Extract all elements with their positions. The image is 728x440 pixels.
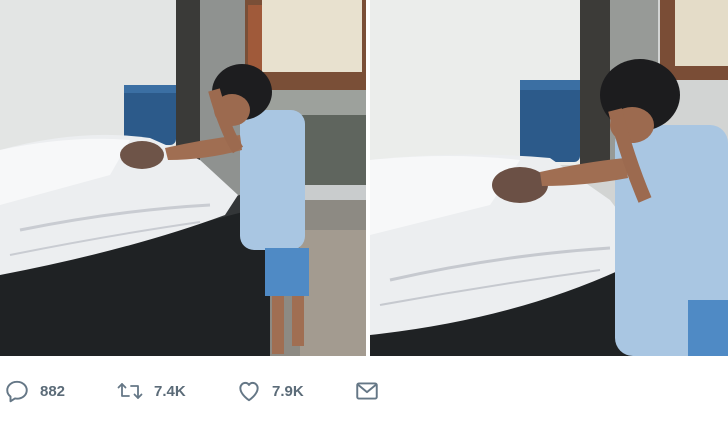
reply-count: 882 — [40, 382, 66, 400]
retweet-count: 7.4K — [154, 382, 186, 400]
tweet-photo-right[interactable] — [370, 0, 728, 356]
tweet-media — [0, 0, 728, 356]
retweet-button[interactable]: 7.4K — [116, 376, 186, 406]
photo-left-image — [0, 0, 366, 356]
photo-right-image — [370, 0, 728, 356]
retweet-icon — [117, 383, 143, 399]
tweet-actions-bar: 882 7.4K 7.9K — [0, 356, 728, 440]
reply-icon — [6, 380, 28, 403]
tweet-photo-left[interactable] — [0, 0, 366, 356]
direct-message-button[interactable] — [354, 376, 380, 406]
envelope-icon — [356, 382, 378, 400]
like-button[interactable]: 7.9K — [236, 376, 304, 406]
like-count: 7.9K — [272, 382, 304, 400]
heart-icon — [239, 381, 259, 402]
reply-button[interactable]: 882 — [4, 376, 65, 406]
